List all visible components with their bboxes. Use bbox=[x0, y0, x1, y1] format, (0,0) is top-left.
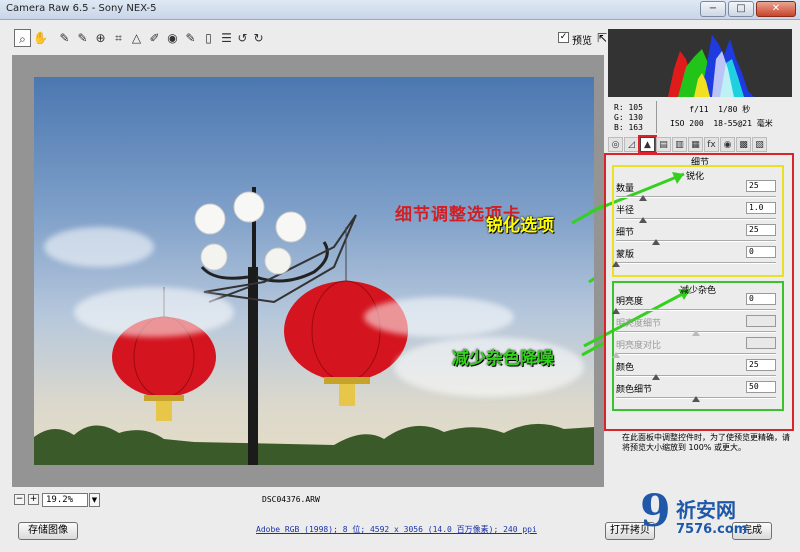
noise-label: 颜色细节 bbox=[616, 385, 653, 395]
color-sampler-icon[interactable]: ✎ bbox=[74, 29, 91, 47]
sharpen-slider-thumb[interactable] bbox=[652, 239, 660, 245]
sharpen-value-field[interactable]: 1.0 bbox=[746, 202, 776, 214]
zoom-dropdown-icon[interactable]: ▼ bbox=[89, 493, 100, 507]
preferences-icon[interactable]: ☰ bbox=[218, 29, 235, 47]
tab-tone-curve-icon[interactable]: ◿ bbox=[624, 137, 639, 152]
save-image-button[interactable]: 存储图像 bbox=[18, 522, 78, 540]
tab-fx-icon[interactable]: fx bbox=[704, 137, 719, 152]
preview-label: 预览 bbox=[572, 36, 592, 47]
zoom-in-button[interactable]: + bbox=[28, 494, 39, 505]
exif-readout: f/11 1/80 秒 ISO 200 18-55@21 毫米 bbox=[670, 103, 773, 131]
sharpen-slider-thumb[interactable] bbox=[612, 261, 620, 267]
noise-slider-thumb bbox=[612, 352, 620, 358]
lantern-scene bbox=[34, 187, 594, 465]
sharpen-slider-thumb[interactable] bbox=[639, 195, 648, 201]
rgb-readout: R: 105 G: 130 B: 163 bbox=[614, 103, 643, 132]
photo-preview bbox=[34, 77, 594, 465]
noise-slider-track[interactable] bbox=[616, 309, 776, 311]
camera-info: R: 105 G: 130 B: 163 f/11 1/80 秒 ISO 200… bbox=[608, 99, 792, 135]
noise-label: 明亮度细节 bbox=[616, 319, 662, 329]
noise-heading: 减少杂色 bbox=[680, 286, 717, 296]
graduated-filter-icon[interactable]: ▯ bbox=[200, 29, 217, 47]
tab-presets-icon[interactable]: ▩ bbox=[736, 137, 751, 152]
preview-status-bar: − + 19.2% ▼ DSC04376.ARW bbox=[12, 492, 604, 508]
crop-icon[interactable]: ⌗ bbox=[110, 29, 127, 47]
title-bar: Camera Raw 6.5 - Sony NEX-5 − □ ✕ bbox=[0, 0, 800, 20]
sharpen-slider-track[interactable] bbox=[616, 262, 776, 264]
sharpen-value-field[interactable]: 25 bbox=[746, 224, 776, 236]
file-name: DSC04376.ARW bbox=[262, 495, 320, 504]
sharpen-label: 半径 bbox=[616, 206, 635, 216]
tab-split-toning-icon[interactable]: ▥ bbox=[672, 137, 687, 152]
minimize-button[interactable]: − bbox=[700, 1, 726, 17]
sharpen-slider-thumb[interactable] bbox=[639, 217, 648, 223]
target-adjust-icon[interactable]: ⊕ bbox=[92, 29, 109, 47]
straighten-icon[interactable]: △ bbox=[128, 29, 145, 47]
noise-value-field[interactable]: 25 bbox=[746, 359, 776, 371]
sharpen-label: 蒙版 bbox=[616, 250, 635, 260]
workflow-options-link[interactable]: Adobe RGB (1998); 8 位; 4592 x 3056 (14.0… bbox=[256, 524, 537, 535]
zoom-out-button[interactable]: − bbox=[14, 494, 25, 505]
noise-value-field[interactable]: 0 bbox=[746, 293, 776, 305]
noise-slider-thumb[interactable] bbox=[692, 396, 700, 402]
histogram bbox=[608, 29, 792, 97]
noise-slider-thumb[interactable] bbox=[612, 308, 620, 314]
noise-label: 颜色 bbox=[616, 363, 635, 373]
shutter: 1/80 秒 bbox=[718, 105, 751, 114]
sharpen-heading: 锐化 bbox=[686, 172, 705, 182]
sharpen-callout: 锐化选项 bbox=[486, 216, 554, 236]
iso: ISO 200 bbox=[670, 119, 704, 128]
toolbar: ⌕ ✋ ✎ ✎ ⊕ ⌗ △ ✐ ◉ ✎ ▯ ☰ ↺ ↻ ✓ 预览 ⇱ bbox=[12, 29, 607, 49]
spot-removal-icon[interactable]: ✐ bbox=[146, 29, 163, 47]
noise-slider-track bbox=[616, 353, 776, 355]
tab-snapshots-icon[interactable]: ▧ bbox=[752, 137, 767, 152]
noise-value-field[interactable]: 50 bbox=[746, 381, 776, 393]
noise-slider-thumb[interactable] bbox=[652, 374, 660, 380]
sharpen-slider-track[interactable] bbox=[616, 240, 776, 242]
noise-slider-track[interactable] bbox=[616, 375, 776, 377]
rotate-right-icon[interactable]: ↻ bbox=[250, 29, 267, 47]
panel-tabs: ◎ ◿ ▲ ▤ ▥ ▦ fx ◉ ▩ ▧ bbox=[608, 135, 792, 154]
adjustment-brush-icon[interactable]: ✎ bbox=[182, 29, 199, 47]
r-value: 105 bbox=[628, 103, 643, 112]
noise-value-field bbox=[746, 337, 776, 349]
red-eye-icon[interactable]: ◉ bbox=[164, 29, 181, 47]
noise-slider-thumb bbox=[692, 330, 700, 336]
noise-label: 明亮度 bbox=[616, 297, 644, 307]
watermark-digit: 9 bbox=[640, 486, 671, 537]
tab-hsl-icon[interactable]: ▤ bbox=[656, 137, 671, 152]
zoom-icon[interactable]: ⌕ bbox=[14, 29, 31, 47]
sharpen-value-field[interactable]: 25 bbox=[746, 180, 776, 192]
sharpen-label: 细节 bbox=[616, 228, 635, 238]
close-button[interactable]: ✕ bbox=[756, 1, 796, 17]
g-value: 130 bbox=[628, 113, 643, 122]
tab-detail-icon[interactable]: ▲ bbox=[638, 135, 657, 154]
tab-lens-icon[interactable]: ▦ bbox=[688, 137, 703, 152]
sharpen-label: 数量 bbox=[616, 184, 635, 194]
image-preview-area[interactable]: 细节调整选项卡 锐化选项 减少杂色降噪 bbox=[12, 55, 604, 487]
b-value: 163 bbox=[628, 123, 643, 132]
zoom-level-field[interactable]: 19.2% bbox=[42, 493, 88, 507]
watermark-brand: 祈安网 bbox=[676, 498, 736, 522]
tab-camera-calibration-icon[interactable]: ◉ bbox=[720, 137, 735, 152]
preview-checkbox[interactable]: ✓ bbox=[558, 32, 569, 43]
sharpen-value-field[interactable]: 0 bbox=[746, 246, 776, 258]
noise-label: 明亮度对比 bbox=[616, 341, 662, 351]
lens: 18-55@21 毫米 bbox=[713, 119, 773, 128]
window-controls: − □ ✕ bbox=[700, 1, 796, 17]
rotate-left-icon[interactable]: ↺ bbox=[234, 29, 251, 47]
window-title: Camera Raw 6.5 - Sony NEX-5 bbox=[6, 3, 157, 14]
maximize-button[interactable]: □ bbox=[728, 1, 754, 17]
hand-icon[interactable]: ✋ bbox=[32, 29, 49, 47]
tab-basic-icon[interactable]: ◎ bbox=[608, 137, 623, 152]
white-balance-icon[interactable]: ✎ bbox=[56, 29, 73, 47]
noise-callout: 减少杂色降噪 bbox=[452, 349, 554, 369]
right-panel: R: 105 G: 130 B: 163 f/11 1/80 秒 ISO 200… bbox=[604, 29, 794, 509]
noise-value-field bbox=[746, 315, 776, 327]
aperture: f/11 bbox=[689, 105, 709, 114]
watermark-url: 7576.com bbox=[676, 522, 748, 537]
hint-text: 在此面板中调整控件时，为了使预览更精确，请将预览大小缩放到 100% 或更大。 bbox=[622, 433, 790, 452]
